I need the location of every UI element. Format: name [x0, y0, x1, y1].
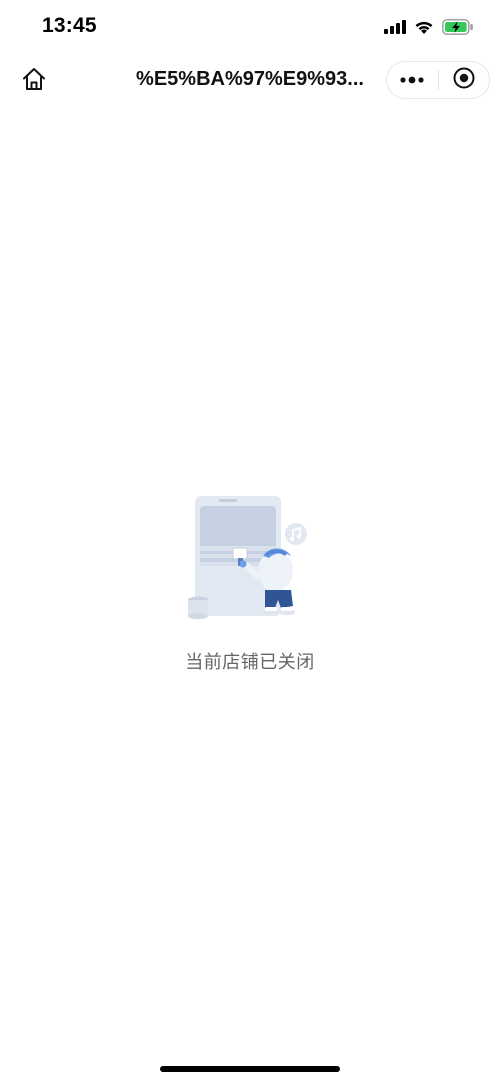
empty-state: 当前店铺已关闭 [0, 490, 500, 674]
home-button[interactable] [18, 65, 50, 97]
close-button[interactable] [438, 62, 489, 98]
status-time: 13:45 [42, 14, 97, 37]
more-dots-icon [400, 71, 424, 89]
status-bar: 13:45 [0, 0, 500, 54]
home-indicator[interactable] [160, 1066, 340, 1072]
menu-capsule [386, 61, 490, 99]
navigation-bar: %E5%BA%97%E9%93... [0, 54, 500, 106]
close-miniprogram-icon [452, 66, 476, 95]
shop-closed-message: 当前店铺已关闭 [185, 652, 315, 673]
page-title: %E5%BA%97%E9%93... [136, 68, 364, 90]
wifi-icon [414, 20, 434, 35]
more-button[interactable] [387, 62, 438, 98]
home-icon [21, 66, 47, 97]
status-icons [384, 16, 474, 38]
cellular-signal-icon [384, 20, 406, 34]
shop-closed-illustration [188, 496, 307, 620]
mini-program-screen: 13:45 %E5%BA%97%E9%93... 当前店铺已关闭 [0, 0, 500, 1082]
battery-charging-icon [442, 19, 474, 35]
